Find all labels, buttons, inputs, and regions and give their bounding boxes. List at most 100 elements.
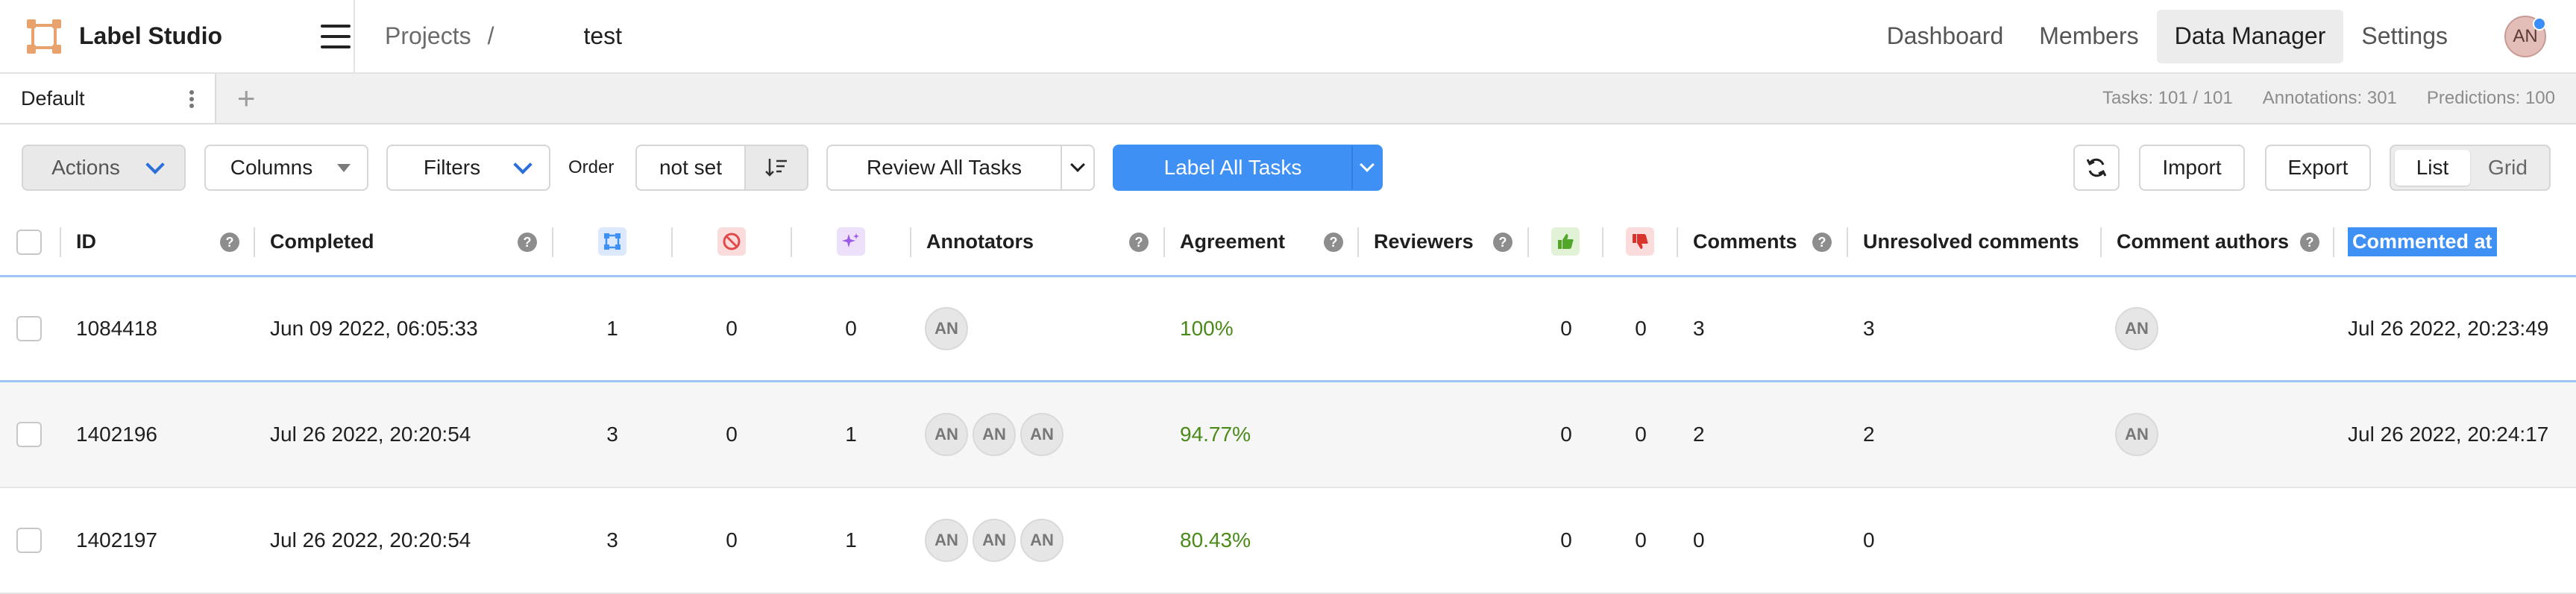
column-header-comments[interactable]: Comments: [1693, 208, 1797, 275]
label-studio-logo-icon[interactable]: [27, 19, 61, 54]
row-checkbox[interactable]: [16, 528, 42, 553]
annotator-avatar[interactable]: AN: [925, 519, 968, 562]
view-grid-option[interactable]: Grid: [2470, 150, 2545, 186]
rejected-thumbs-down-icon[interactable]: [1626, 227, 1654, 256]
column-header-commented-at[interactable]: Commented at: [2348, 208, 2497, 275]
cell-annotators: AN: [925, 277, 973, 380]
filters-label: Filters: [423, 156, 481, 179]
annotator-avatar[interactable]: AN: [1020, 413, 1064, 456]
cell-rejected: 0: [1635, 317, 1647, 340]
breadcrumb-project-name[interactable]: test: [583, 22, 622, 50]
breadcrumb-separator: /: [487, 22, 494, 49]
export-button[interactable]: Export: [2265, 145, 2371, 191]
select-all-checkbox[interactable]: [16, 230, 42, 255]
help-icon[interactable]: ?: [1493, 233, 1512, 252]
annotator-avatar[interactable]: AN: [973, 519, 1016, 562]
tab-options-icon[interactable]: [189, 90, 194, 108]
label-all-tasks-button[interactable]: Label All Tasks: [1113, 145, 1383, 191]
cell-agreement: 80.43%: [1180, 528, 1251, 552]
total-annotations-icon[interactable]: [598, 227, 626, 256]
cancelled-annotations-icon[interactable]: [717, 227, 746, 256]
annotator-avatar[interactable]: AN: [1020, 519, 1064, 562]
annotator-avatar[interactable]: AN: [925, 413, 968, 456]
cell-comments: 0: [1693, 528, 1705, 552]
table-row[interactable]: 1084418 Jun 09 2022, 06:05:33 1 0 0 AN 1…: [0, 277, 2576, 382]
actions-dropdown[interactable]: Actions: [22, 145, 186, 191]
user-avatar[interactable]: AN: [2504, 15, 2546, 57]
column-header-completed[interactable]: Completed: [270, 208, 374, 275]
comment-author-avatar[interactable]: AN: [2115, 413, 2158, 456]
tab-default[interactable]: Default: [0, 74, 216, 123]
order-label: Order: [568, 157, 615, 177]
label-all-label: Label All Tasks: [1163, 156, 1302, 179]
table-row[interactable]: 1402196 Jul 26 2022, 20:20:54 3 0 1 AN A…: [0, 382, 2576, 488]
table-row[interactable]: 1402197 Jul 26 2022, 20:20:54 3 0 1 AN A…: [0, 488, 2576, 594]
view-tabs-bar: Default + Tasks: 101 / 101 Annotations: …: [0, 74, 2576, 124]
cell-predictions: 1: [845, 423, 857, 446]
add-tab-icon[interactable]: +: [237, 83, 256, 114]
column-header-agreement[interactable]: Agreement: [1180, 208, 1285, 275]
columns-dropdown[interactable]: Columns: [204, 145, 368, 191]
refresh-icon: [2086, 158, 2107, 177]
sort-direction-icon[interactable]: [744, 146, 807, 189]
cell-id: 1084418: [76, 317, 158, 340]
breadcrumb-projects-link[interactable]: Projects: [385, 22, 471, 50]
column-header-id[interactable]: ID: [76, 208, 96, 275]
comment-author-avatar[interactable]: AN: [2115, 307, 2158, 350]
review-all-label: Review All Tasks: [866, 156, 1022, 179]
cell-completed: Jul 26 2022, 20:20:54: [270, 528, 471, 552]
cell-unresolved: 2: [1863, 423, 1875, 446]
label-options-dropdown[interactable]: [1351, 146, 1381, 189]
cell-annotators: AN AN AN: [925, 382, 1068, 487]
breadcrumb: Projects / test: [385, 22, 622, 50]
row-checkbox[interactable]: [16, 422, 42, 447]
column-header-reviewers[interactable]: Reviewers: [1374, 208, 1474, 275]
help-icon[interactable]: ?: [518, 233, 537, 252]
project-stats: Tasks: 101 / 101 Annotations: 301 Predic…: [2073, 88, 2555, 109]
caret-down-icon: [337, 163, 351, 172]
cell-commented-at: Jul 26 2022, 20:24:17: [2348, 423, 2549, 446]
tasks-count: Tasks: 101 / 101: [2102, 88, 2233, 108]
order-value: not set: [659, 156, 723, 179]
annotator-avatar[interactable]: AN: [973, 413, 1016, 456]
annotator-avatar[interactable]: AN: [925, 307, 968, 350]
column-header-annotators[interactable]: Annotators: [926, 208, 1034, 275]
predictions-count: Predictions: 100: [2426, 88, 2555, 108]
order-select[interactable]: not set: [635, 145, 808, 191]
cell-rejected: 0: [1635, 528, 1647, 552]
help-icon[interactable]: ?: [220, 233, 239, 252]
import-button[interactable]: Import: [2139, 145, 2245, 191]
cell-predictions: 0: [845, 317, 857, 340]
nav-data-manager[interactable]: Data Manager: [2156, 9, 2344, 63]
tab-label: Default: [21, 86, 85, 110]
help-icon[interactable]: ?: [1324, 233, 1343, 252]
nav-members[interactable]: Members: [2021, 10, 2156, 63]
review-all-tasks-button[interactable]: Review All Tasks: [826, 145, 1095, 191]
row-checkbox[interactable]: [16, 316, 42, 341]
approved-thumbs-up-icon[interactable]: [1551, 227, 1580, 256]
user-initials: AN: [2513, 25, 2538, 46]
predictions-icon[interactable]: [837, 227, 865, 256]
help-icon[interactable]: ?: [1812, 233, 1832, 252]
cell-comments: 2: [1693, 423, 1705, 446]
column-header-unresolved-comments[interactable]: Unresolved comments: [1863, 208, 2079, 275]
cell-id: 1402196: [76, 423, 158, 446]
annotations-count: Annotations: 301: [2262, 88, 2397, 108]
review-options-dropdown[interactable]: [1061, 146, 1093, 189]
cell-predictions: 1: [845, 528, 857, 552]
nav-dashboard[interactable]: Dashboard: [1869, 10, 2022, 63]
chevron-down-icon: [513, 155, 533, 174]
cell-cancelled: 0: [726, 528, 738, 552]
help-icon[interactable]: ?: [1129, 233, 1149, 252]
cell-completed: Jun 09 2022, 06:05:33: [270, 317, 478, 340]
hamburger-menu-icon[interactable]: [321, 24, 351, 48]
nav-settings[interactable]: Settings: [2343, 10, 2466, 63]
cell-annotations: 3: [606, 423, 618, 446]
column-header-comment-authors[interactable]: Comment authors: [2117, 208, 2289, 275]
view-list-option[interactable]: List: [2395, 150, 2470, 186]
filters-dropdown[interactable]: Filters: [386, 145, 550, 191]
cell-cancelled: 0: [726, 423, 738, 446]
commented-at-selected-text: Commented at: [2348, 227, 2497, 256]
refresh-button[interactable]: [2073, 145, 2120, 191]
help-icon[interactable]: ?: [2300, 233, 2319, 252]
